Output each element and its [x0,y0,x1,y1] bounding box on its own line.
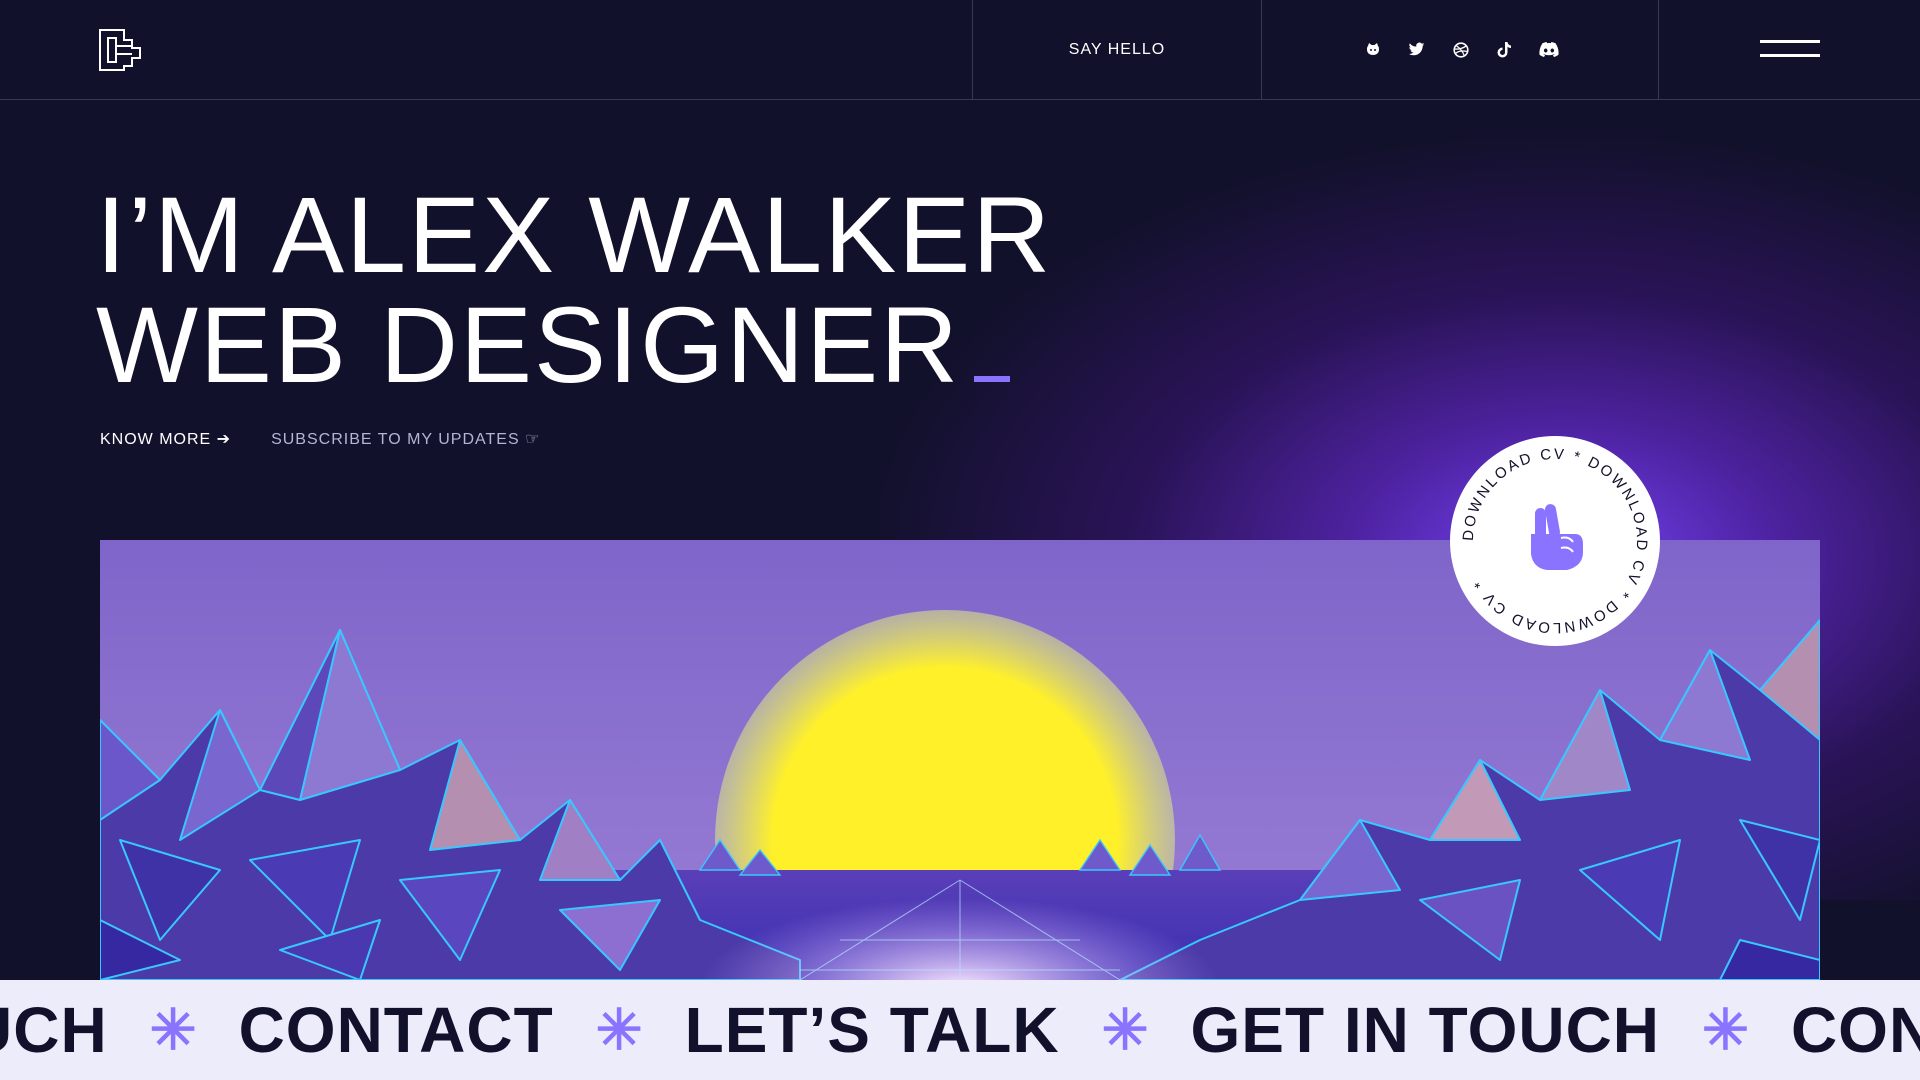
hero-title-line-1: I’M ALEX WALKER [96,174,1053,295]
marquee-track: UCH ✳ CONTACT ✳ LET’S TALK ✳ GET IN TOUC… [0,980,1920,1080]
dribbble-icon[interactable] [1450,39,1472,61]
contact-marquee[interactable]: UCH ✳ CONTACT ✳ LET’S TALK ✳ GET IN TOUC… [0,980,1920,1080]
asterisk-icon: ✳ [149,998,197,1061]
say-hello-link[interactable]: SAY HELLO [1069,41,1165,59]
hero-title-role: WEB DESIGNER [96,284,961,405]
hero-actions: KNOW MORE ➔ SUBSCRIBE TO MY UPDATES ☞ [100,429,540,449]
tiktok-icon[interactable] [1494,39,1516,61]
hero-title: I’M ALEX WALKER WEB DESIGNER [96,180,1052,400]
typing-cursor [974,376,1011,382]
arrow-right-icon: ➔ [216,431,232,448]
pointing-hand-icon: ☞ [525,431,541,448]
marquee-item: CONTACT [1790,994,1920,1066]
hamburger-line [1760,54,1820,57]
know-more-label: KNOW MORE [100,431,212,448]
social-links [1261,0,1659,99]
subscribe-label: SUBSCRIBE TO MY UPDATES [271,431,520,448]
peace-hand-icon [1531,504,1583,570]
asterisk-icon: ✳ [595,998,643,1061]
download-cv-badge[interactable]: DOWNLOAD CV * DOWNLOAD CV * DOWNLOAD CV … [1450,436,1660,646]
logo-icon[interactable] [98,28,142,72]
discord-icon[interactable] [1538,39,1560,61]
know-more-link[interactable]: KNOW MORE ➔ [100,429,231,449]
github-icon[interactable] [1362,39,1384,61]
hero-title-line-2: WEB DESIGNER [96,290,1052,400]
twitter-icon[interactable] [1406,39,1428,61]
marquee-item: CONTACT [238,994,554,1066]
hamburger-menu-icon[interactable] [1760,40,1820,58]
asterisk-icon: ✳ [1702,998,1749,1061]
marquee-item: UCH [0,994,108,1066]
hamburger-line [1760,40,1820,43]
say-hello-cell: SAY HELLO [972,0,1261,99]
asterisk-icon: ✳ [1101,998,1149,1061]
marquee-item: GET IN TOUCH [1190,994,1661,1066]
marquee-item: LET’S TALK [684,994,1060,1066]
site-header: SAY HELLO [0,0,1920,100]
subscribe-link[interactable]: SUBSCRIBE TO MY UPDATES ☞ [271,429,540,449]
